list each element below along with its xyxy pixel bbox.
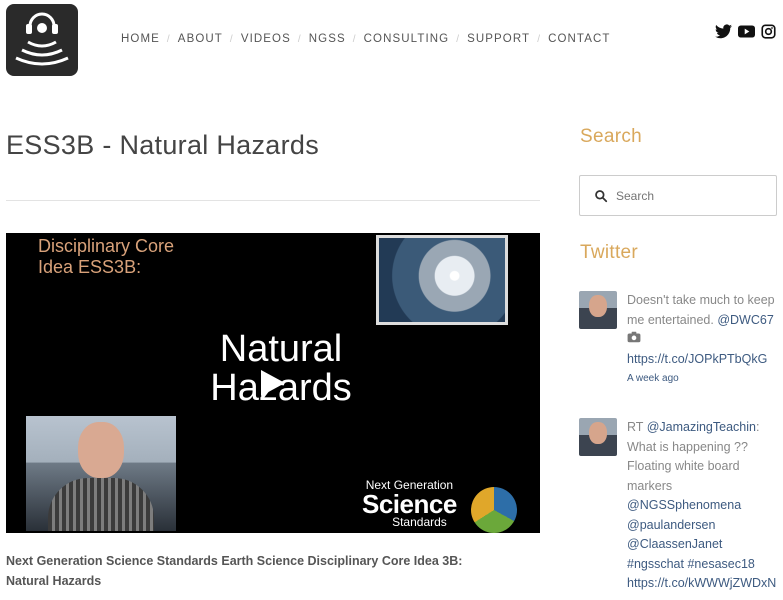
- search-input[interactable]: [616, 188, 766, 203]
- avatar[interactable]: [579, 418, 617, 456]
- ngss-logo-pie-icon: [471, 487, 517, 533]
- video-title-line1: Natural: [219, 328, 343, 370]
- nav-home[interactable]: HOME: [121, 33, 160, 45]
- tweet-hashtag[interactable]: #nesasec18: [687, 557, 754, 571]
- avatar[interactable]: [579, 291, 617, 329]
- search-box[interactable]: [579, 175, 777, 216]
- nav-separator: /: [456, 33, 461, 45]
- tweet-timestamp[interactable]: A week ago: [627, 369, 781, 389]
- nav-separator: /: [229, 33, 234, 45]
- nav-separator: /: [537, 33, 542, 45]
- presenter-head: [78, 422, 124, 478]
- nav-support[interactable]: SUPPORT: [467, 33, 530, 45]
- tweet-rt: RT: [627, 420, 647, 434]
- tweet-mention[interactable]: @NGSSphenomena: [627, 498, 741, 512]
- camera-icon: [627, 331, 641, 343]
- nav-consulting[interactable]: CONSULTING: [364, 33, 450, 45]
- presenter-image: [26, 416, 176, 531]
- video-title-text: Natural Hazards: [206, 330, 356, 408]
- tweet-hashtag[interactable]: #ngsschat: [627, 557, 684, 571]
- twitter-heading: Twitter: [580, 242, 639, 263]
- twitter-icon[interactable]: [715, 24, 732, 39]
- page-title: ESS3B - Natural Hazards: [6, 130, 320, 160]
- hurricane-image: [376, 235, 508, 325]
- nav-separator: /: [166, 33, 171, 45]
- nav-ngss[interactable]: NGSS: [309, 33, 346, 45]
- tweet-mention[interactable]: @paulandersen: [627, 518, 715, 532]
- video-core-idea-text: Disciplinary Core Idea ESS3B:: [38, 236, 174, 278]
- presenter-shirt: [48, 478, 154, 531]
- play-icon[interactable]: [261, 370, 285, 396]
- search-icon: [595, 189, 608, 202]
- nav-contact[interactable]: CONTACT: [548, 33, 610, 45]
- tweet-mention[interactable]: @JamazingTeachin: [647, 420, 756, 434]
- nav-about[interactable]: ABOUT: [178, 33, 223, 45]
- youtube-icon[interactable]: [738, 25, 755, 38]
- nav-videos[interactable]: VIDEOS: [241, 33, 291, 45]
- nav-separator: /: [297, 33, 302, 45]
- nav-separator: /: [352, 33, 357, 45]
- tweet-link[interactable]: https://t.co/JOPkPTbQkG: [627, 352, 767, 366]
- ngss-big-text: Science: [362, 489, 457, 519]
- divider: [6, 200, 540, 201]
- headphones-logo-icon: [15, 12, 69, 66]
- video-core-line2: Idea ESS3B:: [38, 257, 142, 277]
- instagram-icon[interactable]: [761, 24, 776, 39]
- social-links: [715, 24, 776, 39]
- ngss-logo-text: Next Generation Science Standards: [362, 479, 457, 529]
- video-caption: Next Generation Science Standards Earth …: [6, 554, 463, 588]
- tweet-mention[interactable]: @ClaassenJanet: [627, 537, 722, 551]
- tweet-link[interactable]: https://t.co/kWWWjZWDxN: [627, 576, 776, 590]
- tweet-mention[interactable]: @DWC67: [717, 313, 773, 327]
- site-logo[interactable]: [6, 4, 78, 76]
- main-nav: HOME / ABOUT / VIDEOS / NGSS / CONSULTING / S…: [121, 33, 611, 45]
- video-player[interactable]: Disciplinary Core Idea ESS3B: Natural Ha…: [6, 233, 540, 533]
- video-core-line1: Disciplinary Core: [38, 236, 175, 256]
- search-heading: Search: [580, 126, 643, 147]
